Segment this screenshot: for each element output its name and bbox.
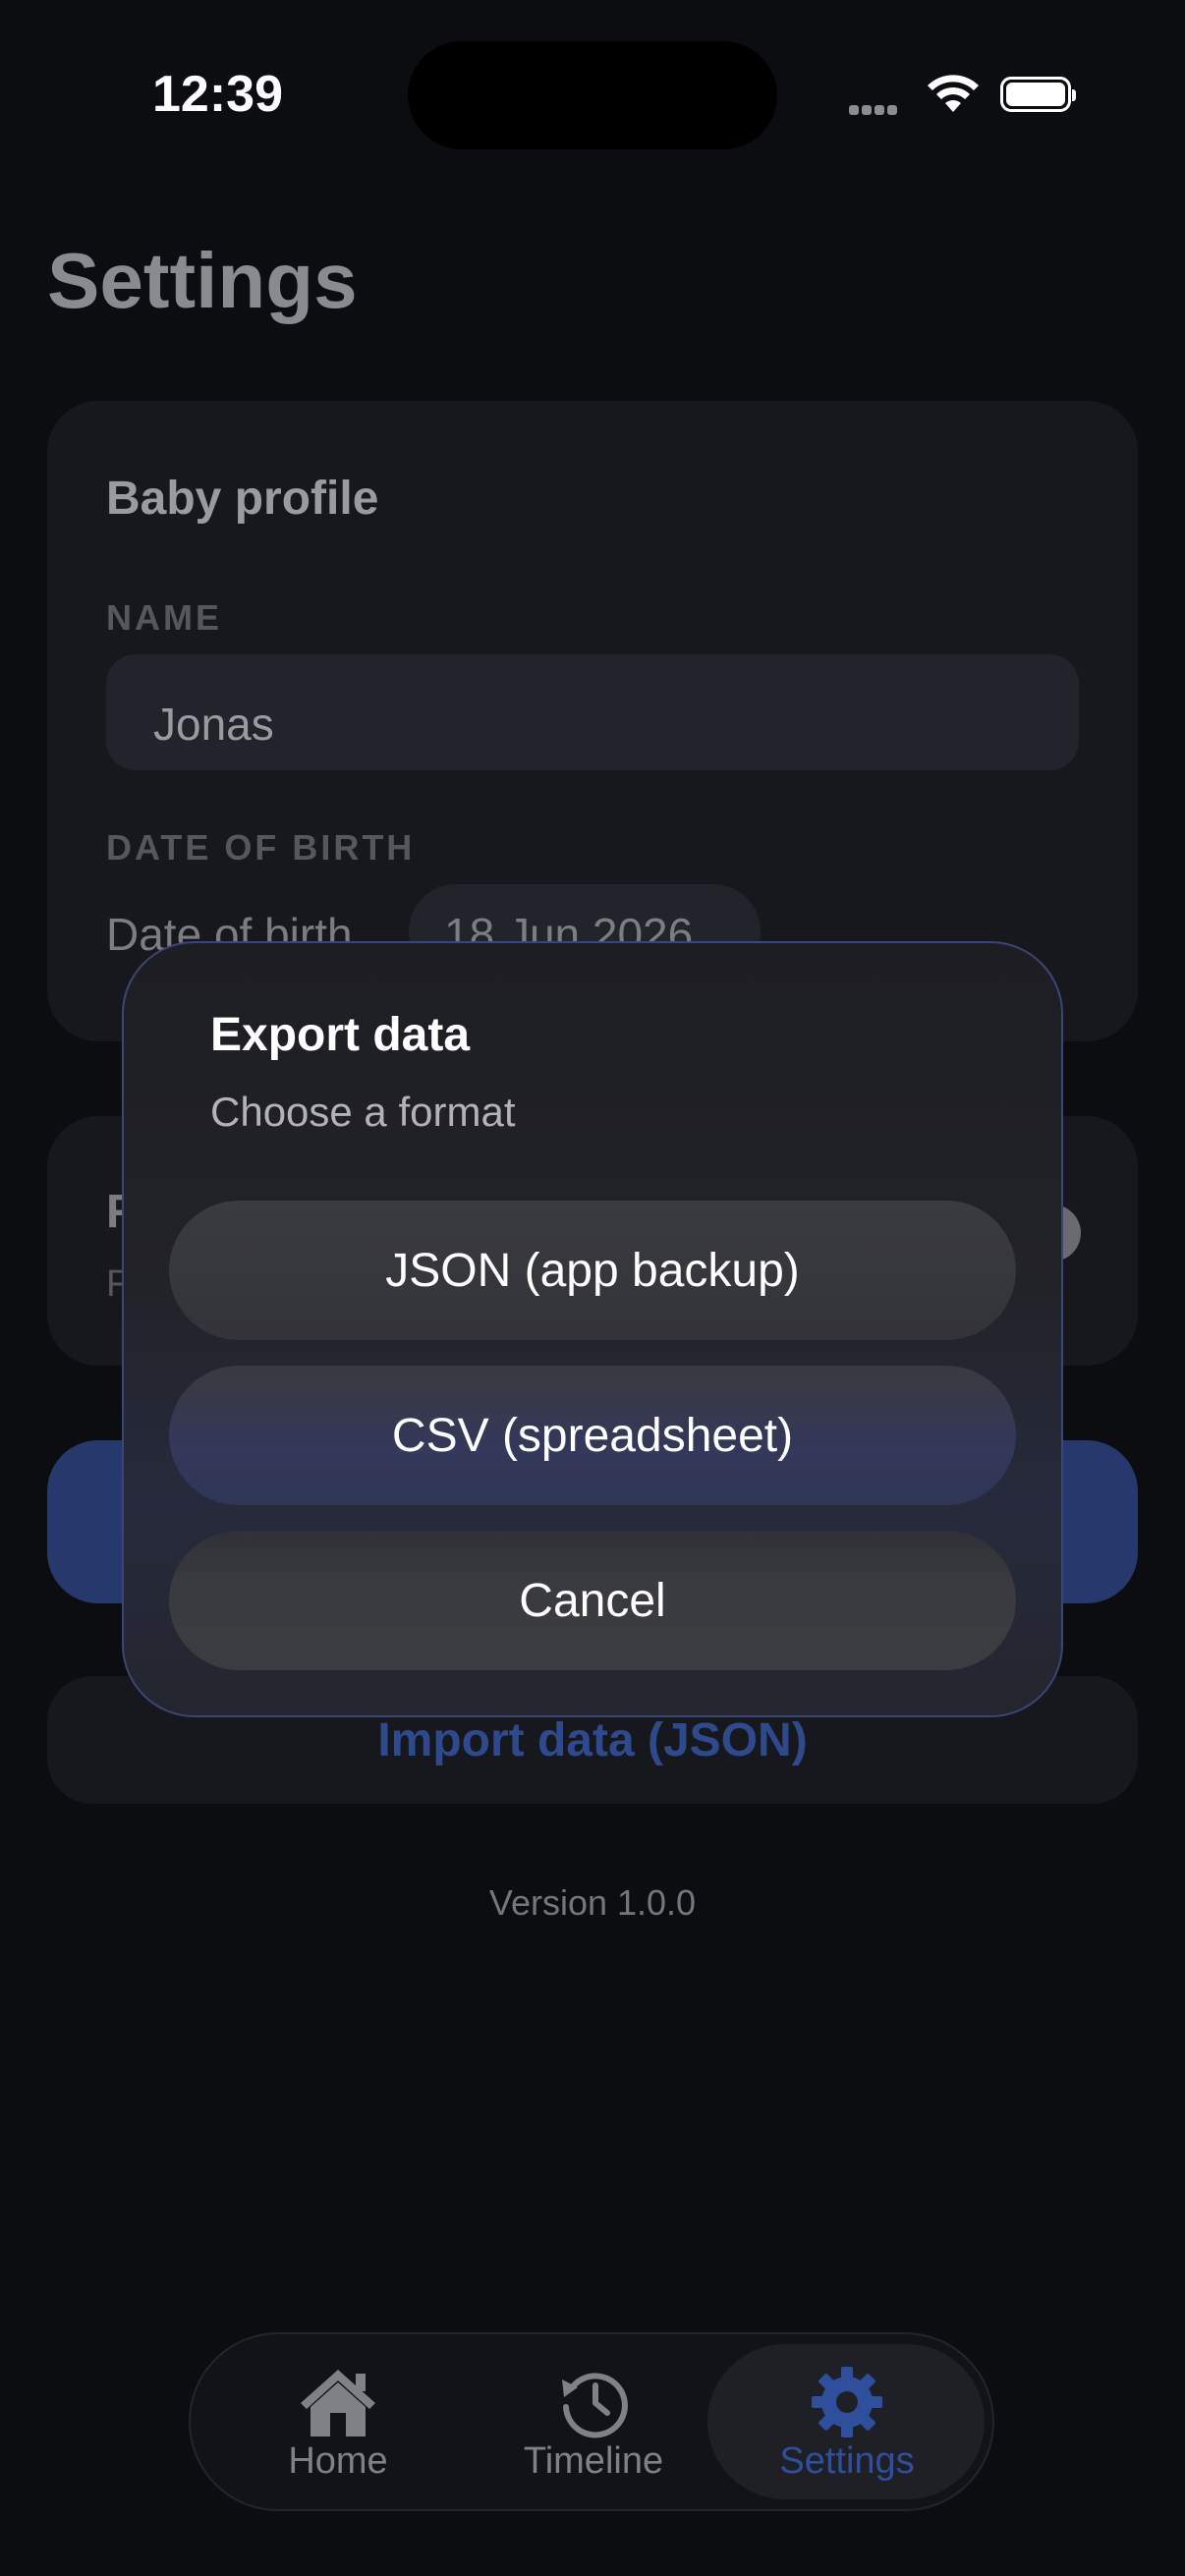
page-title: Settings	[47, 237, 358, 324]
tab-home-label: Home	[288, 2440, 388, 2482]
cellular-signal-icon	[849, 102, 908, 115]
house-icon	[301, 2370, 375, 2436]
tab-settings[interactable]: Settings	[729, 2366, 965, 2483]
name-label: NAME	[106, 597, 222, 638]
dob-label: DATE OF BIRTH	[106, 827, 416, 868]
dialog-title: Export data	[210, 1009, 471, 1061]
dialog-subtitle: Choose a format	[210, 1089, 516, 1135]
export-json-label: JSON (app backup)	[385, 1244, 800, 1297]
gear-icon	[812, 2367, 882, 2437]
status-time: 12:39	[152, 66, 283, 123]
tab-timeline-label: Timeline	[523, 2440, 664, 2482]
history-clock-icon	[562, 2373, 628, 2438]
tab-timeline[interactable]: Timeline	[476, 2366, 711, 2483]
cancel-button[interactable]: Cancel	[169, 1531, 1016, 1670]
export-json-button[interactable]: JSON (app backup)	[169, 1201, 1016, 1340]
import-data-label: Import data (JSON)	[377, 1714, 808, 1766]
name-value: Jonas	[153, 699, 274, 750]
version-text: Version 1.0.0	[488, 1882, 697, 1923]
wifi-icon	[928, 75, 979, 112]
tab-home[interactable]: Home	[220, 2366, 456, 2483]
battery-icon	[1000, 77, 1076, 112]
dynamic-island	[408, 41, 777, 149]
tab-settings-label: Settings	[779, 2440, 915, 2482]
export-csv-label: CSV (spreadsheet)	[391, 1409, 794, 1462]
export-csv-button[interactable]: CSV (spreadsheet)	[169, 1366, 1016, 1505]
baby-profile-title: Baby profile	[106, 473, 379, 525]
cancel-label: Cancel	[519, 1574, 666, 1627]
